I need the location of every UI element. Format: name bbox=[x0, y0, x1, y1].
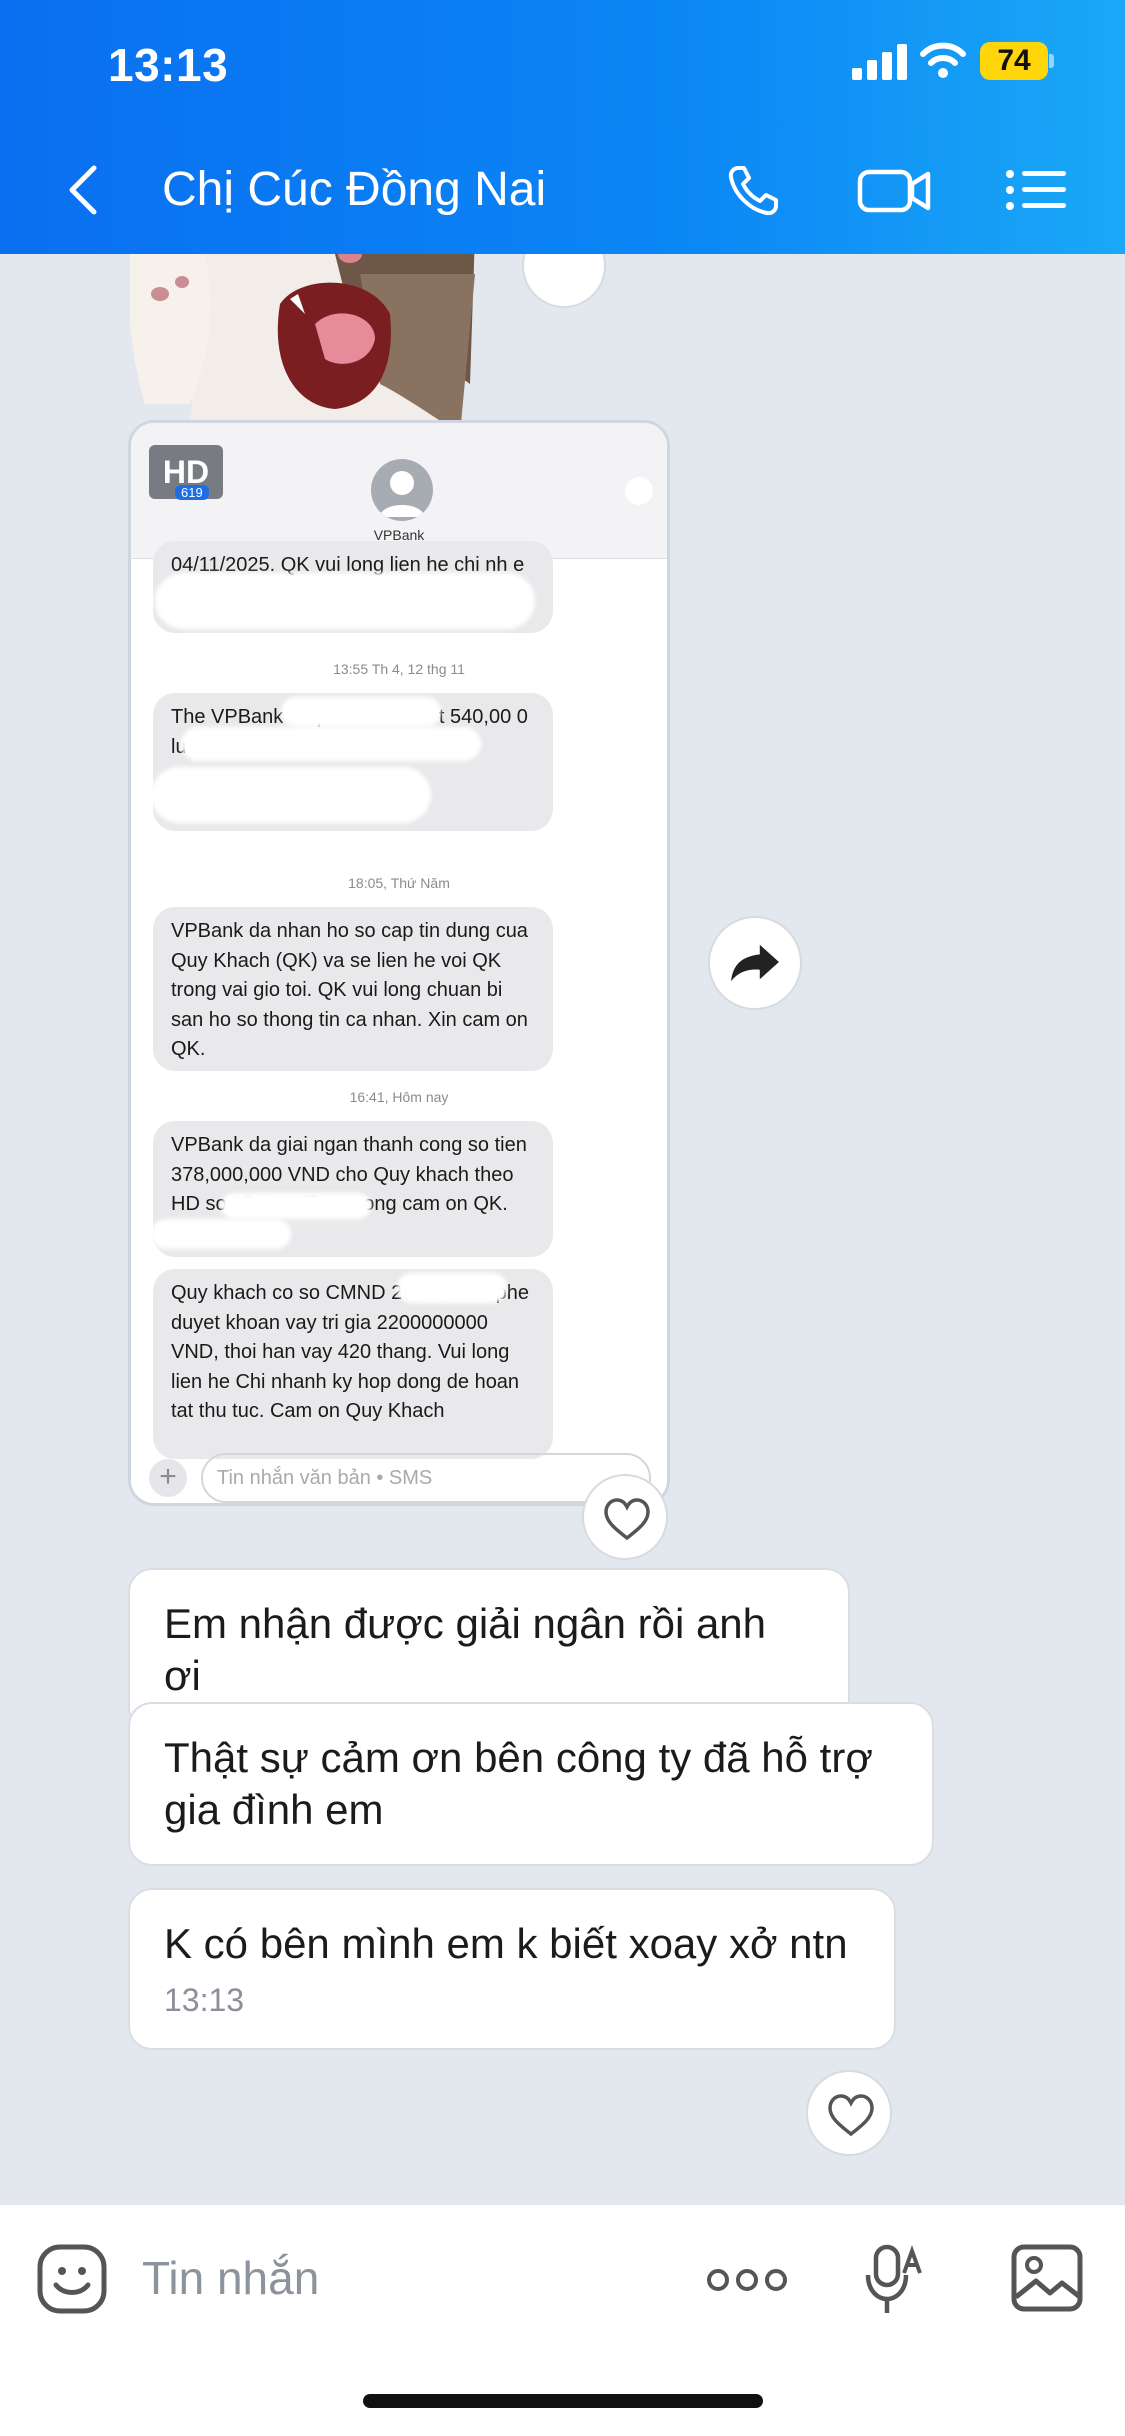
message-input[interactable]: Tin nhắn bbox=[142, 2251, 319, 2305]
message-text: Em nhận được giải ngân rồi anh ơi bbox=[164, 1600, 767, 1699]
list-menu-icon[interactable] bbox=[1002, 160, 1070, 220]
signal-icon bbox=[852, 44, 907, 80]
share-arrow-icon[interactable] bbox=[708, 916, 802, 1010]
sms-header: HD 619 VPBank bbox=[131, 423, 667, 559]
reaction-button[interactable] bbox=[522, 254, 606, 308]
phone-icon[interactable] bbox=[724, 160, 786, 220]
sms-timestamp: 18:05, Thứ Năm bbox=[348, 875, 450, 891]
sms-timestamp: 16:41, Hôm nay bbox=[349, 1089, 449, 1105]
sms-text: VPBank da nhan ho so cap tin dung cua Qu… bbox=[171, 920, 528, 1060]
heart-reaction-button[interactable] bbox=[582, 1474, 668, 1560]
shared-screenshot[interactable]: HD 619 VPBank 04/11/2025. QK vui long li… bbox=[128, 420, 670, 1506]
image-icon[interactable] bbox=[1010, 2243, 1084, 2313]
wifi-icon bbox=[920, 42, 966, 78]
heart-icon bbox=[604, 1498, 650, 1541]
message-text: K có bên mình em k biết xoay xở ntn bbox=[164, 1920, 848, 1967]
sms-timestamp: 13:55 Th 4, 12 thg 11 bbox=[333, 661, 465, 677]
sms-text: Quy khach co so CMND 27 da duoc phe duye… bbox=[171, 1282, 529, 1422]
heart-reaction-button[interactable] bbox=[806, 2070, 892, 2156]
back-arrow-icon[interactable] bbox=[60, 160, 110, 220]
chat-area[interactable]: HD 619 VPBank 04/11/2025. QK vui long li… bbox=[0, 254, 1125, 2204]
sms-bubble: VPBank da nhan ho so cap tin dung cua Qu… bbox=[153, 907, 553, 1071]
home-indicator bbox=[363, 2394, 763, 2408]
contact-avatar bbox=[371, 459, 433, 521]
message-text: Thật sự cảm ơn bên công ty đã hỗ trợ gia… bbox=[164, 1734, 873, 1833]
sticker-icon[interactable] bbox=[36, 2243, 108, 2315]
video-icon[interactable] bbox=[856, 160, 932, 220]
voice-text-icon[interactable] bbox=[862, 2243, 924, 2319]
person-icon bbox=[379, 471, 425, 517]
heart-icon bbox=[828, 2094, 874, 2137]
battery-indicator: 74 bbox=[980, 42, 1054, 80]
more-icon[interactable] bbox=[706, 2265, 788, 2295]
chat-title[interactable]: Chị Cúc Đồng Nai bbox=[162, 162, 546, 217]
status-time: 13:13 bbox=[108, 39, 229, 91]
message-time: 13:13 bbox=[164, 1982, 245, 2018]
sms-add-icon: + bbox=[149, 1459, 187, 1497]
chat-header: 13:13 74 Chị Cúc Đồng Nai bbox=[0, 0, 1125, 254]
hd-badge-count: 619 bbox=[175, 485, 209, 500]
message-bubble[interactable]: K có bên mình em k biết xoay xở ntn 13:1… bbox=[128, 1888, 896, 2050]
battery-level: 74 bbox=[980, 42, 1048, 80]
message-bubble[interactable]: Thật sự cảm ơn bên công ty đã hỗ trợ gia… bbox=[128, 1702, 934, 1866]
